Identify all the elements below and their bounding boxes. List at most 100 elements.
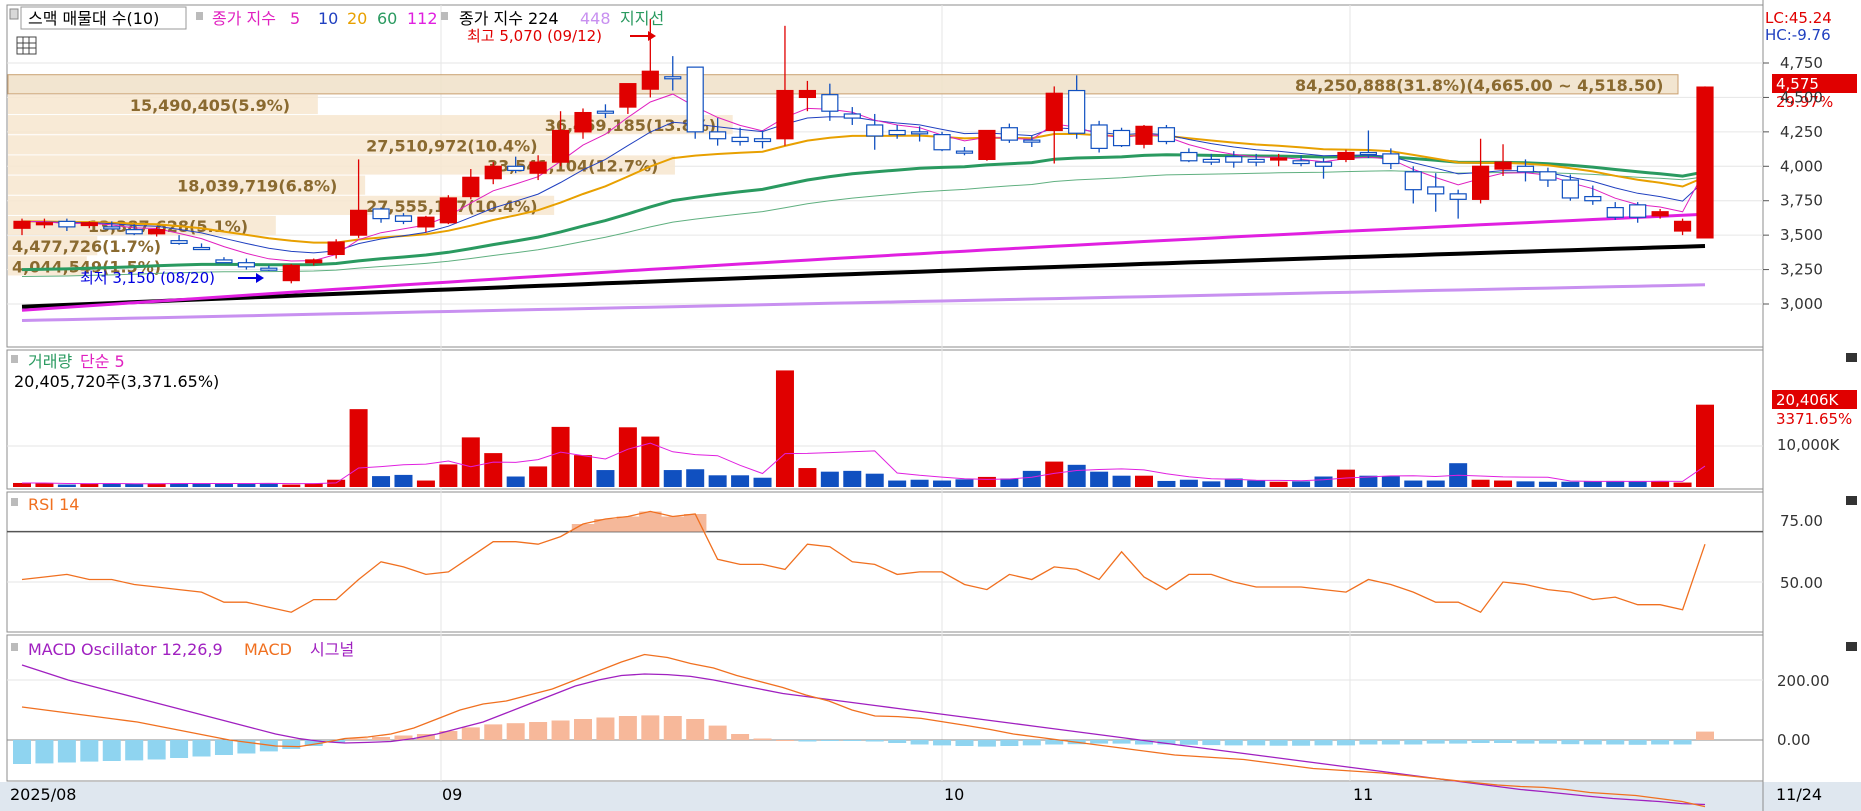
macd-osc-title: MACD Oscillator 12,26,9 <box>28 640 223 659</box>
volume-bar <box>1000 478 1019 487</box>
candle-body <box>1651 211 1669 217</box>
macd-osc-bar <box>618 716 637 740</box>
hc-label: HC:-9.76 <box>1765 26 1831 44</box>
x-label-aug: 2025/08 <box>10 785 76 804</box>
volume-bar <box>686 469 705 487</box>
volume-bar <box>416 480 435 487</box>
ma-112: 112 <box>407 9 438 28</box>
volume-bar <box>1090 471 1109 487</box>
candle-body <box>641 70 659 90</box>
volume-bar <box>1202 481 1221 487</box>
volume-bar <box>529 466 548 487</box>
volume-bar <box>80 483 99 487</box>
candle-body <box>327 241 345 256</box>
macd-osc-bar <box>102 740 121 761</box>
volume-bar <box>1516 481 1535 487</box>
macd-osc-bar <box>125 740 144 761</box>
ma-10: 10 <box>318 9 338 28</box>
volume-bar <box>282 484 301 487</box>
macd-osc-bar <box>214 740 233 755</box>
macd-osc-bar <box>484 724 503 740</box>
volume-bar <box>574 455 592 487</box>
candle-body <box>731 136 749 143</box>
candle-body <box>955 150 974 154</box>
candle-body <box>282 264 300 282</box>
macd-osc-bar <box>57 740 76 763</box>
ma-448: 448 <box>580 9 611 28</box>
macd-osc-bar <box>775 740 794 741</box>
volume-bar <box>1269 481 1288 487</box>
macd-osc-bar <box>551 720 570 740</box>
volume-summary: 20,405,720주(3,371.65%) <box>14 372 219 391</box>
volume-bar <box>1628 481 1647 487</box>
indicator-toggle[interactable] <box>9 8 19 20</box>
candle-body <box>1561 179 1579 199</box>
candle-body <box>170 240 188 245</box>
price-tick: 4,750 <box>1780 54 1823 72</box>
macd-osc-bar <box>865 740 884 742</box>
macd-osc-bar <box>147 740 166 760</box>
candle-body <box>1606 207 1624 218</box>
volume-bar <box>1067 464 1086 487</box>
macd-tick-0: 0.00 <box>1777 731 1810 749</box>
ma-prefix: 종가 지수 <box>212 9 276 28</box>
candle-body <box>35 222 54 226</box>
ma-224-label: 종가 지수 224 <box>459 9 559 28</box>
rsi-tick-75: 75.00 <box>1780 512 1823 530</box>
macd-osc-bar <box>1179 740 1198 745</box>
candle-body <box>215 259 233 264</box>
volume-bar <box>1696 404 1714 487</box>
table-icon[interactable] <box>16 36 37 55</box>
candle-body <box>1000 127 1018 141</box>
volume-bar <box>1247 480 1266 487</box>
candle-body <box>1696 86 1714 239</box>
macd-osc-bar <box>596 717 615 740</box>
volume-bar <box>753 477 772 487</box>
candle-body <box>192 246 211 251</box>
macd-collapse-icon[interactable] <box>1846 642 1857 651</box>
volume-bar <box>798 468 817 487</box>
support-line-label: 지지선 <box>620 9 664 28</box>
price-axis: LC:45.24 HC:-9.76 4,575 29.97% 4,7504,50… <box>1763 9 1857 313</box>
candle-body <box>484 165 502 180</box>
volume-bar <box>1471 479 1490 487</box>
candle-body <box>910 131 929 135</box>
volume-bar <box>1112 475 1131 487</box>
candle-body <box>439 197 457 224</box>
candle-body <box>1135 125 1153 145</box>
candle-body <box>372 208 390 220</box>
candle-body <box>1292 160 1310 165</box>
macd-osc-bar <box>1426 740 1445 744</box>
candle-body <box>80 222 98 227</box>
volume-bar <box>977 476 996 487</box>
lc-label: LC:45.24 <box>1765 9 1832 27</box>
candle-body <box>1045 92 1063 132</box>
volume-bar <box>1157 480 1176 487</box>
candle-body <box>843 113 861 119</box>
volume-bar <box>1561 481 1580 487</box>
candle-body <box>58 220 76 228</box>
candle-body <box>933 134 951 151</box>
macd-osc-bar <box>708 725 727 740</box>
candle-body <box>1494 161 1512 170</box>
volume-collapse-icon[interactable] <box>1846 353 1857 362</box>
volume-bar <box>372 476 391 487</box>
candle-body <box>13 220 31 229</box>
macd-osc-bar <box>1247 740 1266 746</box>
volume-bar <box>551 426 570 487</box>
macd-osc-bar <box>910 740 929 745</box>
macd-osc-bar <box>282 740 301 749</box>
volume-profile-label: 15,490,405(5.9%) <box>130 96 290 115</box>
stock-chart: 84,250,888(31.8%)(4,665.00 ~ 4,518.50) 15… <box>0 0 1861 811</box>
volume-bar <box>933 480 952 487</box>
rsi-collapse-icon[interactable] <box>1846 496 1857 505</box>
macd-osc-bar <box>1269 740 1288 746</box>
volume-bar <box>618 427 637 487</box>
volume-bar <box>641 436 660 487</box>
macd-osc-bar <box>933 740 952 746</box>
volume-bar <box>820 471 839 487</box>
candle-body <box>1359 151 1378 156</box>
rsi-title: RSI 14 <box>28 495 79 514</box>
volume-profile-label: 18,039,719(6.8%) <box>177 177 337 196</box>
rsi-tick-50: 50.00 <box>1780 574 1823 592</box>
